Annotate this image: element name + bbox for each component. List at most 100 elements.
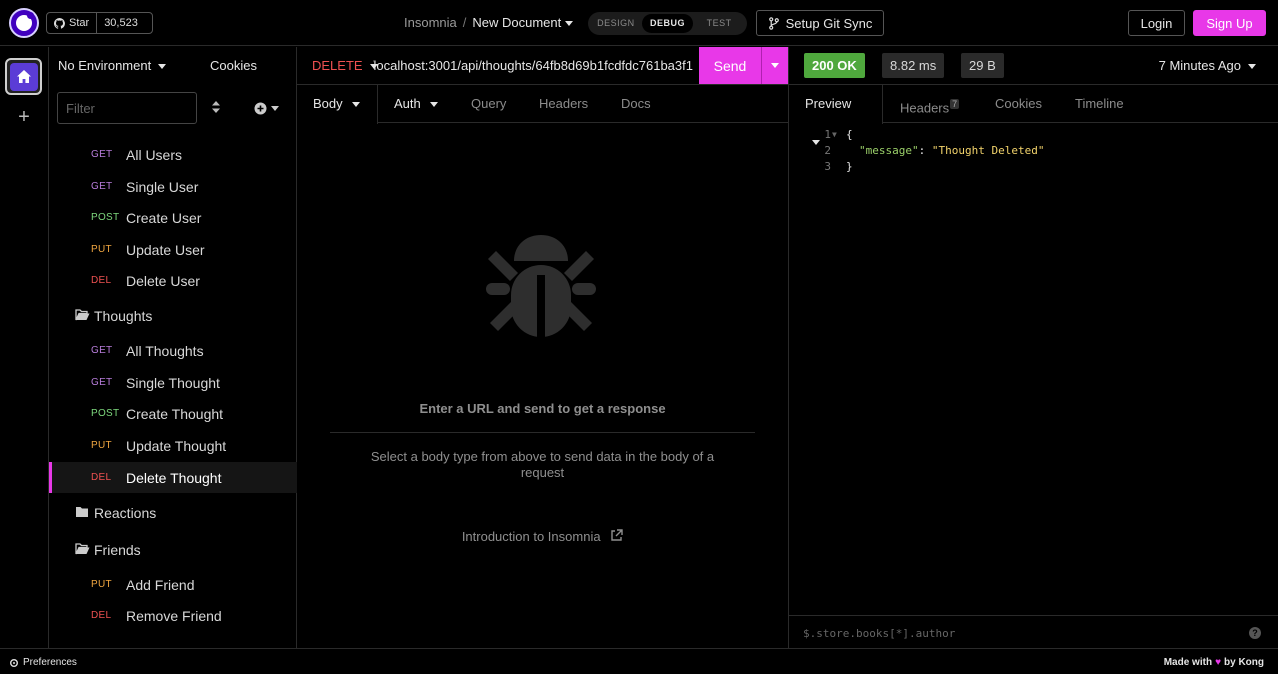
request-name: Single Thought <box>126 374 220 391</box>
tab-response-cookies[interactable]: Cookies <box>995 85 1042 123</box>
folder-name: Friends <box>94 541 141 558</box>
plus-icon[interactable]: + <box>14 107 34 127</box>
send-options-button[interactable] <box>761 47 788 84</box>
bug-icon <box>486 235 596 337</box>
breadcrumb-separator: / <box>462 15 467 30</box>
fold-icon[interactable]: ▼ <box>832 127 837 143</box>
folder-name: Reactions <box>94 504 157 521</box>
request-all-thoughts[interactable]: GET All Thoughts <box>49 335 297 366</box>
request-all-users[interactable]: GET All Users <box>49 139 297 170</box>
empty-state-title: Enter a URL and send to get a response <box>419 401 666 416</box>
tab-response-headers[interactable]: Headers 7 <box>900 85 960 123</box>
request-tabs: Body Auth Query Headers Docs <box>297 85 789 124</box>
left-rail: + <box>0 47 49 648</box>
request-create-thought[interactable]: POST Create Thought <box>49 398 297 429</box>
tab-body[interactable]: Body <box>297 85 378 124</box>
home-button[interactable] <box>5 58 42 95</box>
tab-query[interactable]: Query <box>471 85 506 123</box>
breadcrumb-document[interactable]: New Document <box>472 15 574 30</box>
response-history-select[interactable]: 7 Minutes Ago <box>1159 58 1256 73</box>
send-button[interactable]: Send <box>699 47 761 84</box>
tab-preview[interactable]: Preview <box>789 85 883 146</box>
cookies-button[interactable]: Cookies <box>210 58 257 73</box>
breadcrumb-project[interactable]: Insomnia <box>404 15 457 30</box>
tab-preview-label: Preview <box>805 96 852 111</box>
folder-friends[interactable]: Friends <box>49 534 297 565</box>
request-single-thought[interactable]: GET Single Thought <box>49 367 297 398</box>
code-line: 1 ▼ { <box>789 127 1278 143</box>
intro-link[interactable]: Introduction to Insomnia <box>330 529 755 544</box>
folder-icon <box>76 507 88 517</box>
tab-headers-label: Headers <box>900 100 950 116</box>
gear-icon <box>10 658 18 667</box>
response-pane: 200 OK 8.82 ms 29 B 7 Minutes Ago Previe… <box>789 47 1278 648</box>
environment-label: No Environment <box>58 58 152 73</box>
body-type-hint: Select a body type from above to send da… <box>370 449 715 480</box>
mode-test[interactable]: TEST <box>693 14 745 33</box>
environment-select[interactable]: No Environment <box>58 58 167 73</box>
request-update-thought[interactable]: PUT Update Thought <box>49 430 297 461</box>
filter-input[interactable] <box>57 92 197 124</box>
tab-timeline[interactable]: Timeline <box>1075 85 1124 123</box>
insomnia-app: Star 30,523 Insomnia / New Document DESI… <box>0 0 1278 674</box>
request-add-friend[interactable]: PUT Add Friend <box>49 569 297 600</box>
response-size-badge: 29 B <box>961 53 1004 78</box>
method-badge: GET <box>91 149 113 160</box>
signup-button[interactable]: Sign Up <box>1193 10 1266 36</box>
method-select[interactable]: DELETE <box>312 58 378 73</box>
request-name: Delete User <box>126 272 200 289</box>
method-badge: DEL <box>91 275 112 286</box>
sort-icon[interactable] <box>211 100 225 116</box>
made-with-suffix: by Kong <box>1224 657 1264 668</box>
external-link-icon <box>611 529 623 541</box>
create-button[interactable] <box>254 100 280 116</box>
tab-docs[interactable]: Docs <box>621 85 651 123</box>
folder-reactions[interactable]: Reactions <box>49 497 297 528</box>
request-single-user[interactable]: GET Single User <box>49 171 297 202</box>
chevron-down-icon <box>429 102 438 108</box>
code-line: 2 "message": "Thought Deleted" <box>789 143 1278 159</box>
made-with-kong[interactable]: Made with ♥ by Kong <box>1164 657 1264 668</box>
response-status-bar: 200 OK 8.82 ms 29 B 7 Minutes Ago <box>789 47 1278 85</box>
chevron-down-icon <box>565 21 574 27</box>
preferences-button[interactable]: Preferences <box>9 657 77 668</box>
mode-design[interactable]: DESIGN <box>590 14 642 33</box>
github-star[interactable]: Star <box>47 13 98 33</box>
response-filter-input[interactable] <box>803 624 1223 642</box>
method-badge: GET <box>91 345 113 356</box>
request-create-user[interactable]: POST Create User <box>49 202 297 233</box>
github-icon <box>54 17 65 29</box>
url-text: http://localhost:3001/api/thoughts/64fb8… <box>373 58 693 73</box>
request-delete-user[interactable]: DEL Delete User <box>49 265 297 296</box>
url-bar: DELETE http://localhost:3001/api/thought… <box>297 47 789 85</box>
url-input[interactable]: http://localhost:3001/api/thoughts/64fb8… <box>373 55 693 77</box>
github-star-count[interactable]: 30,523 <box>97 17 145 29</box>
logo-icon[interactable] <box>9 8 39 38</box>
git-sync-label: Setup Git Sync <box>785 15 873 31</box>
method-badge: DEL <box>91 472 112 483</box>
tab-auth-label: Auth <box>394 96 421 111</box>
request-remove-friend[interactable]: DEL Remove Friend <box>49 600 297 631</box>
request-name: Add Friend <box>126 576 195 593</box>
github-star-button[interactable]: Star 30,523 <box>46 12 153 34</box>
tab-headers[interactable]: Headers <box>539 85 588 123</box>
tab-auth[interactable]: Auth <box>394 85 438 123</box>
git-sync-button[interactable]: Setup Git Sync <box>756 10 884 36</box>
status-bar: Preferences Made with ♥ by Kong <box>0 648 1278 674</box>
request-delete-thought[interactable]: DEL Delete Thought <box>49 462 297 493</box>
made-with-prefix: Made with <box>1163 657 1213 668</box>
request-name: Single User <box>126 178 199 195</box>
response-tabs: Preview Headers 7 Cookies Timeline <box>789 85 1278 146</box>
method-badge: GET <box>91 377 113 388</box>
chevron-down-icon <box>1248 64 1256 70</box>
method-badge: PUT <box>91 440 112 451</box>
folder-thoughts[interactable]: Thoughts <box>49 300 297 331</box>
mode-debug[interactable]: DEBUG <box>641 14 694 33</box>
request-pane: DELETE http://localhost:3001/api/thought… <box>297 47 789 648</box>
intro-link-label: Introduction to Insomnia <box>461 529 601 544</box>
login-button[interactable]: Login <box>1128 10 1185 36</box>
chevron-down-icon <box>351 102 360 108</box>
help-icon[interactable]: ? <box>1249 627 1261 639</box>
request-update-user[interactable]: PUT Update User <box>49 234 297 265</box>
method-badge: GET <box>91 181 113 192</box>
